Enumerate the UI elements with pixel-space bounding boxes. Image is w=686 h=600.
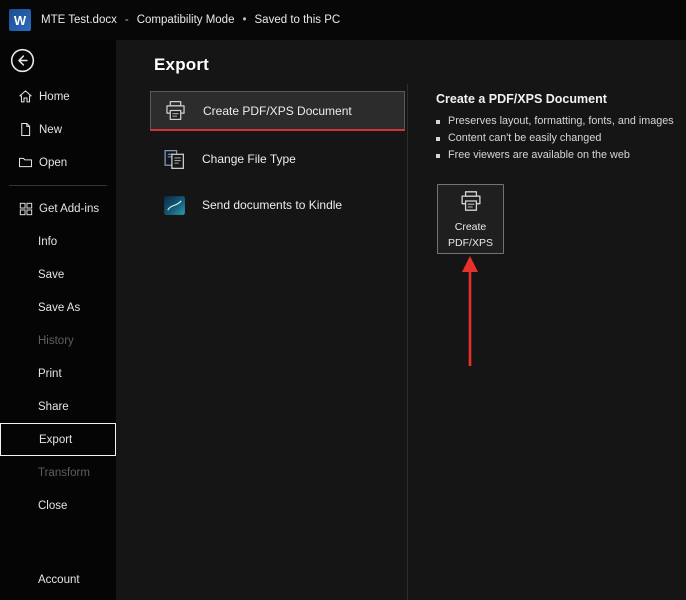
option-send-documents-to-kindle[interactable]: Send documents to Kindle: [150, 182, 405, 228]
page-title: Export: [154, 55, 686, 75]
sidebar-item-label: New: [39, 124, 62, 136]
change-file-type-icon: [161, 146, 187, 172]
pdf-xps-detail-panel: Create a PDF/XPS Document Preserves layo…: [407, 84, 686, 600]
bullet-text: Preserves layout, formatting, fonts, and…: [448, 113, 674, 130]
sidebar-item-save-as[interactable]: Save As: [0, 291, 116, 324]
title-dot: •: [242, 14, 246, 26]
sidebar-item-label: Print: [38, 368, 62, 380]
detail-bullet: Free viewers are available on the web: [436, 147, 686, 164]
export-page: Export Cre: [116, 40, 686, 600]
title-dash: -: [125, 14, 129, 26]
sidebar-item-transform: Transform: [0, 456, 116, 489]
create-button-line2: PDF/XPS: [448, 237, 493, 250]
option-label: Create PDF/XPS Document: [203, 104, 352, 118]
compatibility-mode-label: Compatibility Mode: [137, 14, 235, 26]
bullet-text: Free viewers are available on the web: [448, 147, 630, 164]
sidebar-item-label: Account: [38, 574, 80, 586]
square-bullet-icon: [436, 154, 440, 158]
sidebar-item-history: History: [0, 324, 116, 357]
sidebar-item-print[interactable]: Print: [0, 357, 116, 390]
sidebar-item-info[interactable]: Info: [0, 225, 116, 258]
export-options-list: Create PDF/XPS Document Change File Type: [116, 84, 407, 600]
create-button-line1: Create: [455, 221, 487, 234]
titlebar: W MTE Test.docx - Compatibility Mode • S…: [0, 0, 686, 40]
create-pdf-printer-icon: [458, 188, 484, 218]
option-change-file-type[interactable]: Change File Type: [150, 136, 405, 182]
option-create-pdf-xps-document[interactable]: Create PDF/XPS Document: [150, 91, 405, 131]
sidebar-item-label: Export: [39, 434, 72, 446]
word-logo-icon: W: [9, 9, 31, 31]
sidebar-item-label: Get Add-ins: [39, 203, 99, 215]
square-bullet-icon: [436, 137, 440, 141]
sidebar-item-label: History: [38, 335, 74, 347]
sidebar-item-save[interactable]: Save: [0, 258, 116, 291]
sidebar-item-label: Transform: [38, 467, 90, 479]
sidebar-item-label: Open: [39, 157, 67, 169]
saved-status: Saved to this PC: [255, 14, 341, 26]
detail-bullet: Content can't be easily changed: [436, 130, 686, 147]
option-label: Change File Type: [202, 152, 296, 166]
home-icon: [18, 89, 33, 104]
sidebar-item-label: Save: [38, 269, 64, 281]
square-bullet-icon: [436, 120, 440, 124]
sidebar-item-label: Save As: [38, 302, 80, 314]
add-ins-grid-icon: [18, 201, 33, 216]
sidebar-divider: [9, 185, 107, 186]
open-folder-icon: [18, 155, 33, 170]
sidebar-item-open[interactable]: Open: [0, 146, 116, 179]
export-header: Export: [116, 40, 686, 84]
detail-bullet: Preserves layout, formatting, fonts, and…: [436, 113, 686, 130]
create-pdf-xps-button[interactable]: Create PDF/XPS: [437, 184, 504, 254]
option-label: Send documents to Kindle: [202, 198, 342, 212]
sidebar-item-account[interactable]: Account: [0, 563, 116, 596]
sidebar-item-label: Share: [38, 401, 69, 413]
sidebar-item-label: Close: [38, 500, 67, 512]
red-arrow-annotation: [457, 256, 483, 375]
sidebar-item-close[interactable]: Close: [0, 489, 116, 522]
kindle-icon: [161, 192, 187, 218]
sidebar-item-export[interactable]: Export: [0, 423, 116, 456]
detail-heading: Create a PDF/XPS Document: [436, 92, 686, 106]
export-content: Create PDF/XPS Document Change File Type: [116, 84, 686, 600]
sidebar-item-label: Home: [39, 91, 70, 103]
bullet-text: Content can't be easily changed: [448, 130, 601, 147]
new-document-icon: [18, 122, 33, 137]
sidebar-item-home[interactable]: Home: [0, 80, 116, 113]
document-title: MTE Test.docx - Compatibility Mode • Sav…: [41, 14, 340, 26]
pdf-xps-document-icon: [162, 98, 188, 124]
back-button[interactable]: [10, 48, 35, 76]
sidebar-item-share[interactable]: Share: [0, 390, 116, 423]
backstage-view: Home New Open Get Add-ins Info Save: [0, 40, 686, 600]
back-arrow-icon: [10, 61, 35, 76]
backstage-sidebar: Home New Open Get Add-ins Info Save: [0, 40, 116, 600]
sidebar-item-new[interactable]: New: [0, 113, 116, 146]
sidebar-item-get-add-ins[interactable]: Get Add-ins: [0, 192, 116, 225]
filename: MTE Test.docx: [41, 14, 117, 26]
sidebar-item-label: Info: [38, 236, 57, 248]
